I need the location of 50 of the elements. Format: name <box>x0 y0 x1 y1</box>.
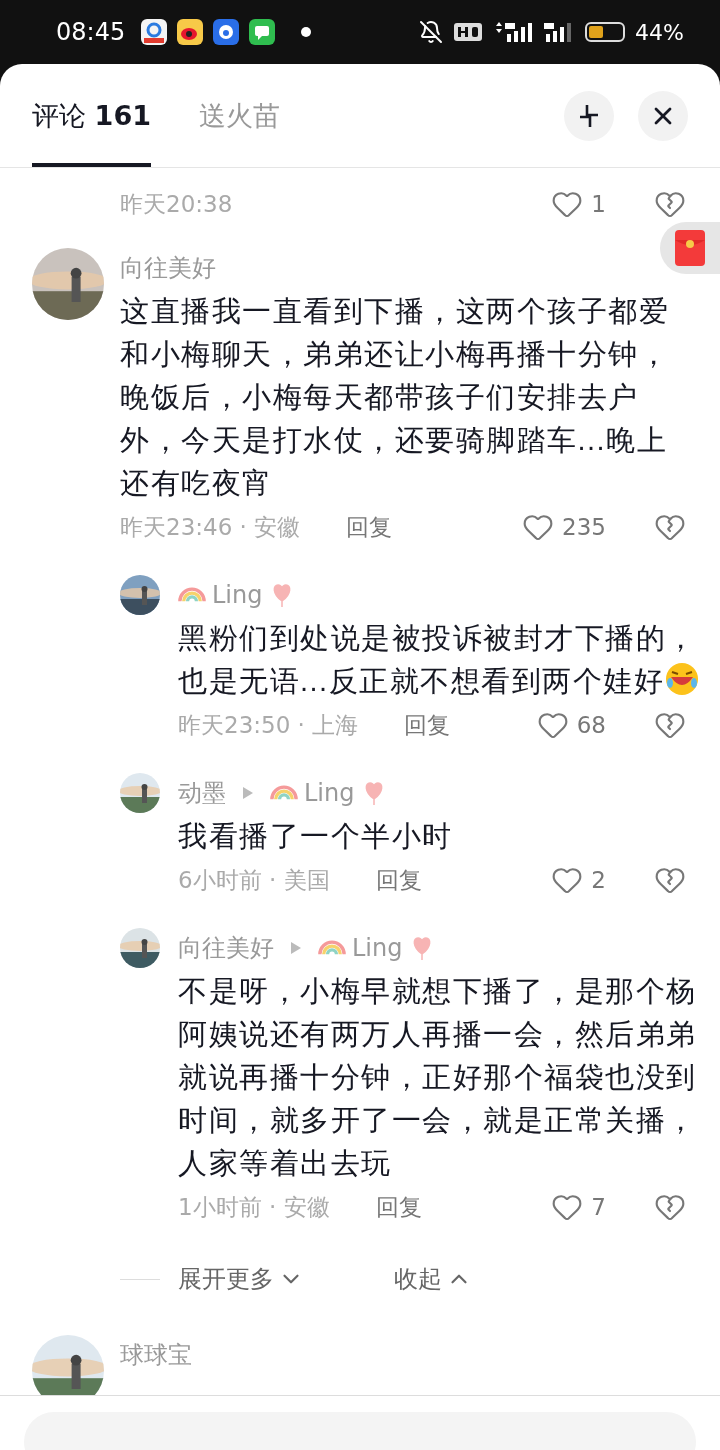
hd-icon <box>453 20 484 44</box>
like-button[interactable]: 7 <box>551 1191 606 1223</box>
like-button[interactable]: 2 <box>551 864 606 896</box>
comment-text: 不是呀，小梅早就想下播了，是那个杨阿姨说还有两万人再播一会，然后弟弟就说再播十分钟，正好那个福袋也没到时间，就多开了一会，就是正常关播，人家等着出去玩 <box>178 974 698 1181</box>
comment-meta: 昨天20:38 <box>120 189 233 219</box>
mute-icon <box>419 20 444 44</box>
laughing-emoji-icon <box>664 661 701 697</box>
notification-app-icon <box>141 19 168 45</box>
comment-text: 这直播我一直看到下播，这两个孩子都爱和小梅聊天，弟弟还让小梅再播十分钟，晚饭后，小梅每天都带孩子们安排去户外，今天是打水仗，还要骑脚踏车...晚上还有吃夜宵 <box>120 294 670 501</box>
battery-icon <box>585 22 626 42</box>
user-name[interactable]: Ling <box>304 779 355 807</box>
rainbow-icon <box>178 587 206 603</box>
comment-meta: 6小时前 · 美国 <box>178 865 330 895</box>
comment-meta: 昨天23:46 · 安徽 <box>120 512 301 542</box>
comment-text: 我看播了一个半小时 <box>178 819 454 854</box>
battery-percent: 44% <box>635 19 684 45</box>
like-button[interactable]: 235 <box>522 511 606 543</box>
reply-button[interactable]: 回复 <box>375 1191 422 1223</box>
notification-app-icon <box>177 19 204 45</box>
user-name[interactable]: 向往美好 <box>178 932 274 964</box>
reply-button[interactable]: 回复 <box>375 864 422 896</box>
notification-app-icon <box>249 19 276 45</box>
tab[interactable]: 送火苗 <box>198 64 280 167</box>
reply-arrow-icon <box>290 941 302 955</box>
status-time: 08:45 <box>56 18 126 46</box>
reply-arrow-icon <box>242 786 254 800</box>
envelope-icon <box>675 230 705 266</box>
user-name[interactable]: Ling <box>352 934 403 962</box>
rainbow-icon <box>270 785 298 801</box>
rainbow-icon <box>318 940 346 956</box>
reply-button[interactable]: 回复 <box>404 709 451 741</box>
tab[interactable]: 评论 161 <box>32 64 151 167</box>
comment-text: 黑粉们到处说是被投诉被封才下播的，也是无语...反正就不想看到两个娃好 <box>178 617 704 703</box>
user-name[interactable]: Ling <box>212 581 263 609</box>
minimize-button[interactable] <box>564 90 614 141</box>
collapse-button[interactable]: 收起 <box>394 1263 472 1295</box>
comment-meta: 1小时前 · 安徽 <box>178 1192 330 1222</box>
like-button[interactable]: 1 <box>551 188 606 220</box>
envelope-button[interactable] <box>660 222 720 274</box>
reply-button[interactable]: 回复 <box>346 511 393 543</box>
signal-icon <box>493 20 534 44</box>
close-button[interactable] <box>638 90 688 141</box>
user-name[interactable]: 动墨 <box>178 777 226 809</box>
like-button[interactable]: 68 <box>536 709 606 741</box>
user-name[interactable]: 向往美好 <box>120 252 216 284</box>
comment-meta: 昨天23:50 · 上海 <box>178 710 359 740</box>
more-notifications-icon <box>301 27 312 37</box>
notification-app-icon <box>213 19 240 45</box>
user-name[interactable]: 球球宝 <box>120 1339 192 1371</box>
expand-more-button[interactable]: 展开更多 <box>178 1263 304 1295</box>
